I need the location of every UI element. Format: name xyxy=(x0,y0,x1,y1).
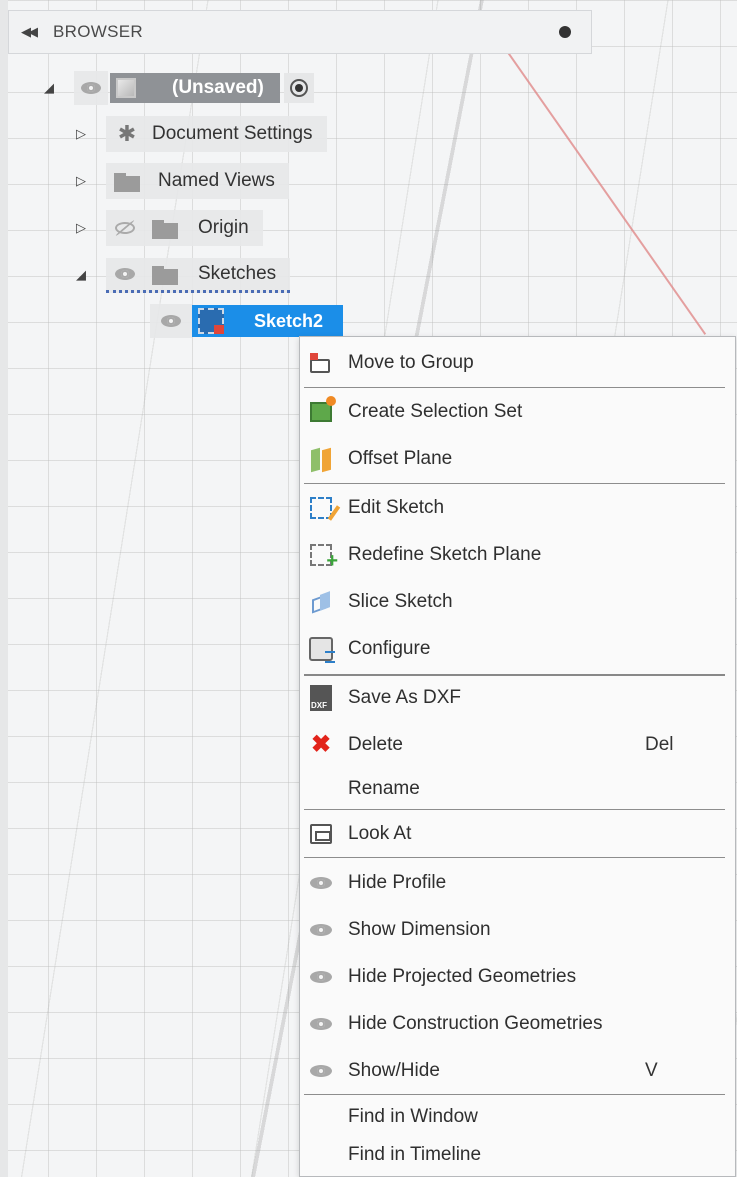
eye-icon[interactable] xyxy=(112,267,138,281)
menu-item-hide-projected-geometries[interactable]: Hide Projected Geometries xyxy=(300,957,735,997)
browser-title: BROWSER xyxy=(53,22,143,41)
menu-item-offset-plane[interactable]: Offset Plane xyxy=(300,439,735,479)
menu-separator xyxy=(304,674,725,676)
redefine-plane-icon xyxy=(306,542,338,573)
sketch-locked-icon xyxy=(198,308,224,334)
offset-plane-icon xyxy=(306,446,336,472)
eye-icon xyxy=(306,964,336,990)
x-axis-line xyxy=(498,38,707,335)
menu-label: Save As DXF xyxy=(348,687,461,708)
menu-separator xyxy=(304,1094,725,1095)
menu-label: Hide Profile xyxy=(348,872,447,893)
context-menu: Move to Group Create Selection Set Offse… xyxy=(299,336,736,1177)
menu-item-create-selection-set[interactable]: Create Selection Set xyxy=(300,392,735,432)
activate-radio[interactable] xyxy=(283,73,314,103)
tree-item-label: Origin xyxy=(198,217,249,238)
tree-row-sketches[interactable]: ◢ Sketches xyxy=(70,257,291,293)
gear-icon: ✱ xyxy=(117,121,137,146)
eye-icon xyxy=(306,1058,336,1084)
tree-row-document-settings[interactable]: ▷ ✱ Document Settings xyxy=(70,116,327,152)
menu-label: Redefine Sketch Plane xyxy=(348,544,542,565)
menu-label: Find in Window xyxy=(348,1106,478,1127)
menu-item-edit-sketch[interactable]: Edit Sketch xyxy=(300,488,735,528)
menu-separator xyxy=(304,809,725,810)
tree-row-root[interactable]: ◢ (Unsaved) xyxy=(38,70,314,106)
tree-item-label: Sketches xyxy=(198,262,277,284)
browser-panel-header[interactable]: ◀◀ BROWSER xyxy=(8,10,592,54)
menu-item-delete[interactable]: ✖ Delete Del xyxy=(300,725,735,765)
menu-label: Slice Sketch xyxy=(348,591,453,612)
expanded-triangle-icon[interactable]: ◢ xyxy=(38,80,60,96)
viewport-left-edge xyxy=(0,0,8,1177)
menu-item-show-dimension[interactable]: Show Dimension xyxy=(300,910,735,950)
menu-item-slice-sketch[interactable]: Slice Sketch xyxy=(300,582,735,622)
menu-label: Move to Group xyxy=(348,352,474,373)
menu-label: Hide Construction Geometries xyxy=(348,1013,603,1034)
menu-separator xyxy=(304,857,725,858)
collapsed-triangle-icon[interactable]: ▷ xyxy=(70,126,92,142)
eye-icon[interactable] xyxy=(78,81,104,95)
tree-row-origin[interactable]: ▷ Origin xyxy=(70,210,263,246)
collapsed-triangle-icon[interactable]: ▷ xyxy=(70,173,92,189)
selection-set-icon xyxy=(306,396,336,425)
menu-item-find-in-window[interactable]: Find in Window xyxy=(300,1097,735,1137)
root-component[interactable]: (Unsaved) xyxy=(110,73,280,103)
menu-label: Create Selection Set xyxy=(348,401,523,422)
eye-icon xyxy=(306,917,336,943)
component-cube-icon xyxy=(116,78,136,98)
folder-icon xyxy=(112,171,142,192)
menu-label: Look At xyxy=(348,823,412,844)
menu-label: Offset Plane xyxy=(348,448,453,469)
sketch-label: Sketch2 xyxy=(254,310,324,331)
folder-icon xyxy=(150,218,180,239)
selected-sketch[interactable]: Sketch2 xyxy=(192,305,344,337)
tree-row-sketch2[interactable]: Sketch2 xyxy=(150,303,344,339)
menu-item-hide-profile[interactable]: Hide Profile xyxy=(300,863,735,903)
menu-separator xyxy=(304,387,725,388)
eye-icon xyxy=(306,1011,336,1037)
folder-icon xyxy=(150,264,180,285)
menu-item-show-hide[interactable]: Show/Hide V xyxy=(300,1051,735,1091)
edit-sketch-icon xyxy=(306,495,336,521)
menu-item-rename[interactable]: Rename xyxy=(300,769,735,809)
eye-icon[interactable] xyxy=(158,314,184,328)
menu-label: Show Dimension xyxy=(348,919,491,940)
double-chevron-left-icon[interactable]: ◀◀ xyxy=(21,24,43,40)
tree-item-label: Document Settings xyxy=(152,123,313,144)
menu-item-find-in-timeline[interactable]: Find in Timeline xyxy=(300,1135,735,1175)
menu-item-look-at[interactable]: Look At xyxy=(300,814,735,854)
menu-item-configure[interactable]: Configure xyxy=(300,629,735,669)
menu-separator xyxy=(304,483,725,484)
look-at-icon xyxy=(306,821,336,847)
menu-label: Find in Timeline xyxy=(348,1144,482,1165)
slice-sketch-icon xyxy=(306,589,336,615)
menu-label: Show/Hide xyxy=(348,1060,440,1081)
menu-label: Configure xyxy=(348,638,431,659)
menu-item-save-as-dxf[interactable]: Save As DXF xyxy=(300,678,735,718)
eye-icon xyxy=(306,870,336,896)
expanded-triangle-icon[interactable]: ◢ xyxy=(70,267,92,283)
menu-label: Rename xyxy=(348,778,420,799)
tree-item-label: Named Views xyxy=(158,170,275,191)
eye-hidden-icon[interactable] xyxy=(112,221,138,235)
delete-x-icon: ✖ xyxy=(310,731,332,758)
menu-item-move-to-group[interactable]: Move to Group xyxy=(300,343,735,383)
dxf-icon xyxy=(306,685,336,711)
menu-label: Hide Projected Geometries xyxy=(348,966,577,987)
tree-row-named-views[interactable]: ▷ Named Views xyxy=(70,163,289,199)
menu-label: Delete xyxy=(348,734,403,755)
root-label: (Unsaved) xyxy=(172,77,264,98)
move-to-group-icon xyxy=(306,350,336,376)
menu-shortcut: Del xyxy=(645,734,674,755)
menu-item-redefine-sketch-plane[interactable]: Redefine Sketch Plane xyxy=(300,535,735,575)
menu-item-hide-construction-geometries[interactable]: Hide Construction Geometries xyxy=(300,1004,735,1044)
collapsed-triangle-icon[interactable]: ▷ xyxy=(70,220,92,236)
configure-icon xyxy=(306,636,336,663)
pin-dot-icon[interactable] xyxy=(559,26,571,38)
menu-shortcut: V xyxy=(645,1060,658,1081)
menu-label: Edit Sketch xyxy=(348,497,445,518)
radio-dot-icon xyxy=(289,79,308,97)
